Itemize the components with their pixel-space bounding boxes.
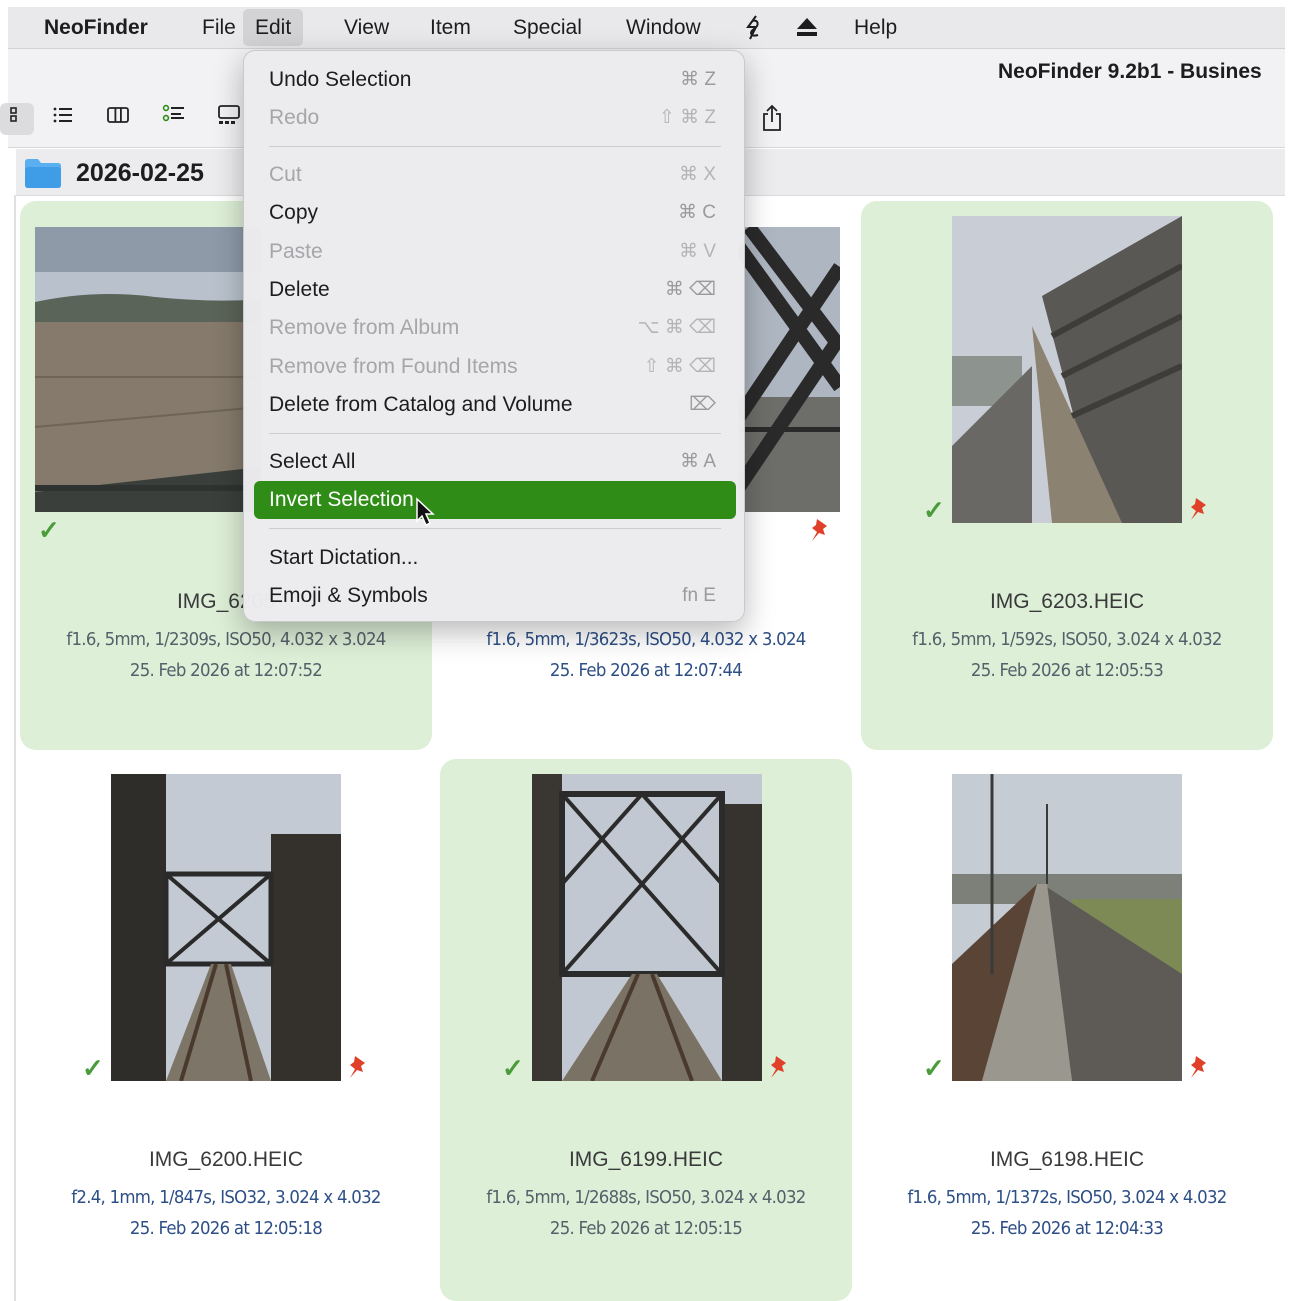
pin-icon [1187, 495, 1211, 523]
eject-icon[interactable] [794, 7, 820, 48]
menu-item[interactable]: Item [418, 7, 483, 48]
photo-exif: f1.6, 5mm, 1/2309s, ISO50, 4.032 x 3.024 [66, 629, 386, 650]
folder-icon [24, 157, 62, 189]
photo-thumbnail[interactable] [952, 216, 1182, 523]
share-icon[interactable] [753, 103, 791, 135]
menu-item-copy[interactable]: Copy ⌘ C [254, 194, 736, 232]
menu-view[interactable]: View [332, 7, 401, 48]
photo-exif: f1.6, 5mm, 1/592s, ISO50, 3.024 x 4.032 [912, 629, 1222, 650]
left-divider [14, 195, 16, 1301]
menu-edit[interactable]: Edit [243, 9, 304, 46]
menu-help[interactable]: Help [842, 7, 909, 48]
menu-item-invert-selection[interactable]: Invert Selection [254, 481, 736, 519]
photo-thumbnail[interactable] [111, 774, 341, 1081]
photo-filename: IMG_6203.HEIC [989, 590, 1145, 613]
menu-item-delete[interactable]: Delete ⌘ ⌫ [254, 271, 736, 309]
mouse-pointer-icon [415, 497, 437, 527]
pin-icon [808, 516, 832, 544]
window-title: NeoFinder 9.2b1 - Busines [998, 60, 1262, 83]
photo-exif: f1.6, 5mm, 1/2688s, ISO50, 3.024 x 4.032 [486, 1187, 806, 1208]
photo-card[interactable]: ✓ IMG_6199.HEIC f1.6, 5mm, 1/2688s, ISO5… [440, 759, 852, 1301]
menu-file[interactable]: File [190, 7, 248, 48]
current-folder-title: 2026-02-25 [76, 159, 204, 187]
list-view-button[interactable] [44, 103, 82, 135]
menu-item-redo: Redo ⇧ ⌘ Z [269, 106, 716, 129]
photo-date: 25. Feb 2026 at 12:05:15 [549, 1218, 743, 1239]
check-icon: ✓ [923, 1053, 945, 1083]
menu-item-remove-from-album: Remove from Album ⌥ ⌘ ⌫ [269, 316, 716, 339]
script-icon[interactable] [744, 7, 764, 48]
check-icon: ✓ [38, 515, 60, 545]
menu-item-paste: Paste ⌘ V [269, 240, 716, 263]
menu-window[interactable]: Window [614, 7, 713, 48]
pin-icon [1187, 1053, 1211, 1081]
check-icon: ✓ [502, 1053, 524, 1083]
pin-icon [346, 1053, 370, 1081]
menu-item-delete-from-catalog-and-volume[interactable]: Delete from Catalog and Volume ⌦ [254, 386, 736, 424]
photo-date: 25. Feb 2026 at 12:07:52 [129, 660, 323, 681]
photo-thumbnail[interactable] [952, 774, 1182, 1081]
photo-thumbnail[interactable] [532, 774, 762, 1081]
outline-view-button[interactable] [155, 103, 193, 135]
menu-separator [269, 528, 721, 529]
menu-item-start-dictation[interactable]: Start Dictation... [254, 539, 736, 577]
menu-separator [269, 433, 721, 434]
menu-item-select-all[interactable]: Select All ⌘ A [254, 443, 736, 481]
menu-item-emoji-and-symbols[interactable]: Emoji & Symbols fn E [254, 577, 736, 615]
menu-separator [269, 146, 721, 147]
menu-item-remove-from-found-items: Remove from Found Items ⇧ ⌘ ⌫ [269, 355, 716, 378]
menu-app-neofinder[interactable]: NeoFinder [32, 7, 160, 48]
window-top-edge [0, 0, 1297, 7]
photo-date: 25. Feb 2026 at 12:05:18 [129, 1218, 323, 1239]
photo-exif: f2.4, 1mm, 1/847s, ISO32, 3.024 x 4.032 [71, 1187, 381, 1208]
icon-view-button[interactable] [0, 103, 34, 135]
menu-item-cut: Cut ⌘ X [269, 163, 716, 186]
check-icon: ✓ [923, 495, 945, 525]
photo-date: 25. Feb 2026 at 12:07:44 [549, 660, 743, 681]
menu-item-undo-selection[interactable]: Undo Selection ⌘ Z [254, 61, 736, 99]
photo-exif: f1.6, 5mm, 1/1372s, ISO50, 3.024 x 4.032 [907, 1187, 1227, 1208]
photo-date: 25. Feb 2026 at 12:05:53 [970, 660, 1164, 681]
photo-thumbnail[interactable] [35, 227, 261, 512]
photo-thumbnail[interactable] [739, 227, 840, 512]
menu-special[interactable]: Special [501, 7, 594, 48]
check-icon: ✓ [82, 1053, 104, 1083]
pin-icon [767, 1053, 791, 1081]
photo-filename: IMG_6198.HEIC [989, 1148, 1145, 1171]
edit-menu: Undo Selection ⌘ Z Redo ⇧ ⌘ Z Cut ⌘ X Copy ⌘… [243, 50, 745, 622]
menu-bar: NeoFinder File Edit View Item Special Wi… [8, 7, 1285, 49]
photo-date: 25. Feb 2026 at 12:04:33 [970, 1218, 1164, 1239]
photo-card[interactable]: ✓ IMG_6198.HEIC f1.6, 5mm, 1/1372s, ISO5… [861, 759, 1273, 1301]
photo-filename: IMG_6200.HEIC [148, 1148, 304, 1171]
column-view-button[interactable] [99, 103, 137, 135]
photo-card[interactable]: ✓ IMG_6200.HEIC f2.4, 1mm, 1/847s, ISO32… [20, 759, 432, 1301]
photo-filename: IMG_6199.HEIC [568, 1148, 724, 1171]
photo-card[interactable]: ✓ IMG_6203.HEIC f1.6, 5mm, 1/592s, ISO50… [861, 201, 1273, 750]
photo-exif: f1.6, 5mm, 1/3623s, ISO50, 4.032 x 3.024 [486, 629, 806, 650]
